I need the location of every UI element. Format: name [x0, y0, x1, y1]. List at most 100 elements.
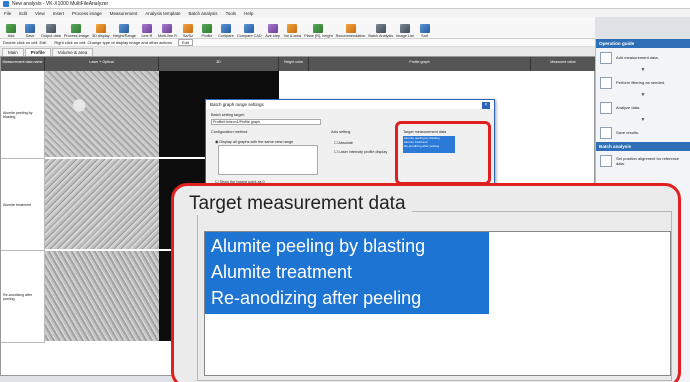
process-icon: [71, 24, 82, 33]
guide-step-filter[interactable]: Perform filtering as needed.: [596, 73, 690, 92]
guide-step-align[interactable]: Set position alignment for reference dat…: [596, 151, 690, 170]
row-label-3[interactable]: Re-anodizing after peeling: [1, 251, 45, 343]
list-item-reanodizing[interactable]: Re-anodizing after peeling: [211, 288, 421, 309]
analyze-icon: [600, 101, 612, 114]
laser-image-3[interactable]: [45, 251, 159, 343]
multiline-icon: [162, 24, 173, 33]
header-laser-optical: Laser + Optical: [45, 57, 159, 71]
batch-analysis-title: Batch analysis: [596, 142, 690, 151]
output-data-button[interactable]: Output data: [41, 24, 61, 38]
list-icon: [399, 24, 410, 33]
cad-icon: [244, 24, 255, 33]
menu-file[interactable]: File: [4, 11, 11, 16]
height-range-button[interactable]: Height/Range: [113, 24, 136, 38]
image-list-button[interactable]: Image List: [396, 24, 414, 38]
line-r-button[interactable]: Line R: [139, 24, 155, 38]
title-bar: New analysis - VK-X1000 MultiFileAnalyze…: [0, 0, 690, 9]
setting-target-label: Batch setting target:: [211, 113, 245, 117]
guide-step-save[interactable]: Save results.: [596, 123, 690, 142]
header-data-name: Measurement data name: [1, 57, 45, 71]
volume-icon: [287, 24, 298, 33]
line-icon: [141, 24, 152, 33]
save-results-icon: [600, 126, 612, 139]
callout-frame-small: [395, 121, 491, 185]
height-icon: [119, 24, 130, 33]
sort-icon: [419, 24, 430, 33]
range-preview: [218, 145, 318, 175]
output-icon: [45, 24, 56, 33]
operation-guide-title: Operation guide: [596, 39, 690, 48]
zoom-group-title: Target measurement data: [183, 193, 412, 215]
guide-step-add[interactable]: Add measurement data.: [596, 48, 690, 67]
recommendation-icon: [345, 24, 356, 33]
menu-tools[interactable]: Tools: [226, 11, 237, 16]
plane-height-button[interactable]: Plane (R), height: [304, 24, 333, 38]
app-icon: [3, 1, 9, 7]
add-button[interactable]: Add: [3, 24, 19, 38]
menu-view[interactable]: View: [35, 11, 45, 16]
compare-cad-button[interactable]: Compare CAD: [237, 24, 262, 38]
laser-image-1[interactable]: [45, 71, 159, 159]
hint-right-click: Right click on cell: Change type of disp…: [54, 40, 172, 45]
filter-icon: [600, 76, 612, 89]
menu-analysis-template[interactable]: Analysis template: [145, 11, 180, 16]
batch-icon: [375, 24, 386, 33]
profile-button[interactable]: Profile: [199, 24, 215, 38]
save-button[interactable]: Save: [22, 24, 38, 38]
close-icon[interactable]: ×: [482, 102, 490, 109]
hint-bar: Double click on cell: Edit Right click o…: [0, 39, 595, 47]
tab-main[interactable]: Main: [2, 48, 24, 56]
edit-button[interactable]: Edit: [177, 39, 193, 46]
menu-insert[interactable]: Insert: [53, 11, 64, 16]
window-title: New analysis - VK-X1000 MultiFileAnalyze…: [12, 1, 109, 7]
compare-button[interactable]: Compare: [218, 24, 234, 38]
same-range-option[interactable]: ◉ Display all graphs with the same view …: [215, 139, 293, 144]
header-3d: 3D: [159, 57, 279, 71]
header-height-color: Height color: [279, 57, 309, 71]
menu-help[interactable]: Help: [244, 11, 253, 16]
list-item-treatment[interactable]: Alumite treatment: [211, 262, 352, 283]
recommendation-button[interactable]: Recommendation: [336, 24, 365, 38]
align-icon: [600, 154, 612, 167]
setting-target-value: Profile/Horizon1/Profile graph: [211, 119, 321, 125]
add-icon: [6, 24, 16, 33]
menu-batch-analysis[interactable]: Batch analysis: [189, 11, 218, 16]
batch-analysis-button[interactable]: Batch Analysis: [368, 24, 393, 38]
ave-step-button[interactable]: Ave step: [265, 24, 281, 38]
compare-icon: [220, 24, 231, 33]
list-item-blasting[interactable]: Alumite peeling by blasting: [211, 236, 425, 257]
row-label-1[interactable]: Alumite peeling by blasting: [1, 71, 45, 159]
menu-measurement[interactable]: Measurement: [110, 11, 138, 16]
menu-process-image[interactable]: Process image: [72, 11, 102, 16]
laser-image-2[interactable]: [45, 159, 159, 251]
tab-profile[interactable]: Profile: [24, 48, 51, 56]
surface-icon: [182, 24, 193, 33]
3d-icon: [95, 24, 106, 33]
tab-volume-area[interactable]: Volume & area: [51, 48, 94, 56]
axis-setting-label: Axis setting: [331, 130, 351, 134]
guide-step-analyze[interactable]: Analyze data.: [596, 98, 690, 117]
profile-icon: [201, 24, 212, 33]
sa-sz-button[interactable]: Sa/Sz: [180, 24, 196, 38]
multi-line-r-button[interactable]: Multi-line R: [158, 24, 177, 38]
dialog-title: Batch graph range settings: [210, 102, 264, 107]
hint-double-click: Double click on cell: Edit: [3, 40, 47, 45]
save-icon: [25, 24, 35, 33]
step-icon: [267, 24, 278, 33]
add-data-icon: [600, 51, 612, 64]
menu-bar: File Edit View Insert Process image Meas…: [0, 9, 690, 17]
row-label-2[interactable]: Alumite treatment: [1, 159, 45, 251]
header-profile-graph: Profile graph: [309, 57, 531, 71]
laser-profile-checkbox[interactable]: ☐ Laser intensity profile display: [334, 149, 387, 154]
plane-icon: [313, 24, 324, 33]
sort-button[interactable]: Sort: [417, 24, 433, 38]
vol-area-button[interactable]: Vol & area: [284, 24, 301, 38]
menu-edit[interactable]: Edit: [19, 11, 27, 16]
tab-strip: Main Profile Volume & area: [0, 47, 595, 56]
process-image-button[interactable]: Process image: [64, 24, 89, 38]
config-method-label: Configuration method: [211, 130, 248, 134]
header-measured-value: Measured value: [531, 57, 596, 71]
absolute-checkbox[interactable]: ☐ Absolute: [334, 140, 353, 145]
3d-display-button[interactable]: 3D display: [92, 24, 110, 38]
target-measurement-list[interactable]: Alumite peeling by blasting Alumite trea…: [204, 231, 671, 376]
